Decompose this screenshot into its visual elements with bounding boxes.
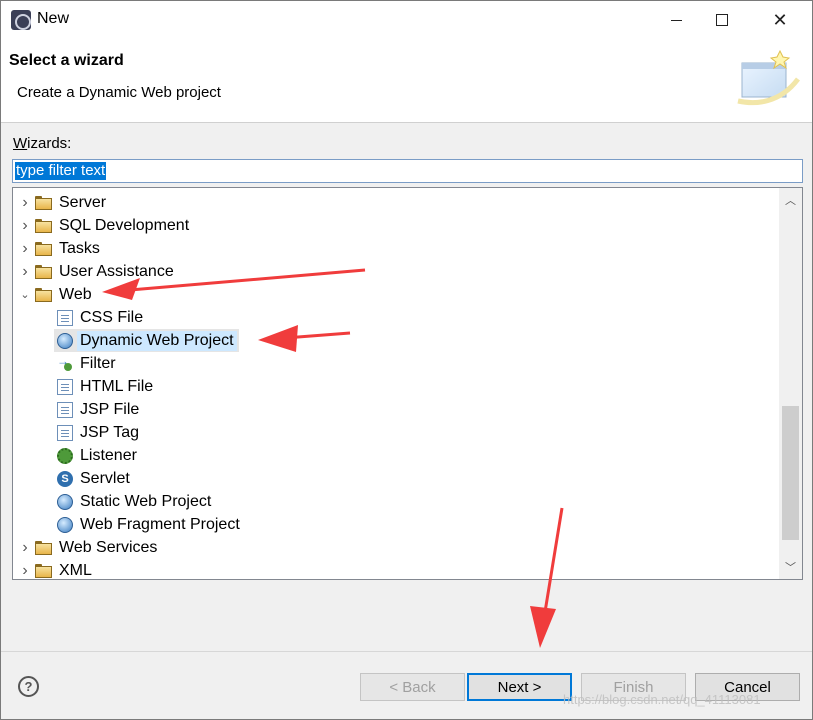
next-button[interactable]: Next > — [467, 673, 572, 701]
chevron-right-icon[interactable]: › — [17, 260, 33, 283]
new-wizard-dialog: New ✕ Select a wizard Create a Dynamic W… — [0, 0, 813, 720]
tree-item[interactable]: CSS File — [57, 306, 146, 329]
tree-item-label: SQL Development — [59, 216, 190, 234]
close-button[interactable]: ✕ — [757, 1, 803, 39]
watermark: https://blog.csdn.net/qq_41113081 — [563, 692, 761, 707]
chevron-right-icon[interactable]: › — [17, 214, 33, 237]
tree-item[interactable]: › Web Services — [17, 536, 160, 559]
wizards-label: Wizards: — [13, 135, 72, 152]
filter-input-selection: type filter text — [15, 162, 107, 180]
tree-item-label: Static Web Project — [80, 492, 212, 510]
servlet-icon: S — [57, 470, 73, 487]
minimize-icon — [670, 19, 682, 21]
chevron-right-icon[interactable]: › — [17, 559, 33, 579]
tree-item-label: HTML File — [80, 377, 154, 395]
tree-item[interactable]: JSP File — [57, 398, 142, 421]
scroll-up-button[interactable]: ︿ — [779, 190, 802, 210]
next-button-label: Next > — [497, 678, 542, 696]
tree-item[interactable]: Web Fragment Project — [57, 513, 243, 536]
eclipse-icon — [11, 10, 31, 30]
tree-item[interactable]: › SQL Development — [17, 214, 192, 237]
folder-icon — [35, 242, 52, 256]
filter-icon — [57, 354, 73, 372]
tree-item[interactable]: S Servlet — [57, 467, 133, 490]
filter-input[interactable] — [12, 159, 803, 183]
folder-icon — [35, 564, 52, 578]
close-icon: ✕ — [772, 9, 788, 30]
footer-divider — [1, 651, 812, 652]
chevron-right-icon[interactable]: › — [17, 237, 33, 260]
tree-item-label: Listener — [80, 446, 137, 464]
tree-item-label: CSS File — [80, 308, 144, 326]
folder-icon — [35, 541, 52, 555]
tree-item-label: XML — [59, 561, 92, 579]
folder-icon — [35, 219, 52, 233]
tree-item-label: Filter — [80, 354, 116, 372]
listener-icon — [57, 447, 73, 464]
dynamic-web-project-icon — [57, 332, 73, 349]
chevron-down-icon[interactable]: ⌄ — [17, 283, 33, 306]
maximize-button[interactable] — [699, 1, 745, 39]
tree-item[interactable]: Listener — [57, 444, 140, 467]
scroll-down-button[interactable]: ﹀ — [779, 557, 802, 577]
scrollbar-thumb[interactable] — [782, 406, 799, 540]
tree-item-label: Web — [59, 285, 92, 303]
jsp-file-icon — [57, 401, 73, 418]
tree-item[interactable]: › Tasks — [17, 237, 103, 260]
back-button-label: < Back — [389, 678, 436, 696]
tree-item[interactable]: Static Web Project — [57, 490, 214, 513]
wizard-banner-icon — [737, 49, 800, 106]
tree-item[interactable]: HTML File — [57, 375, 156, 398]
web-fragment-project-icon — [57, 516, 73, 533]
folder-icon — [35, 265, 52, 279]
tree-item-label: Web Services — [59, 538, 158, 556]
tree-item[interactable]: JSP Tag — [57, 421, 142, 444]
chevron-up-icon: ︿ — [785, 195, 796, 207]
tree-item[interactable]: › User Assistance — [17, 260, 177, 283]
minimize-button[interactable] — [653, 1, 699, 39]
tree-item[interactable]: › Server — [17, 191, 109, 214]
help-icon: ? — [24, 679, 33, 694]
static-web-project-icon — [57, 493, 73, 510]
tree-item-label: Server — [59, 193, 107, 211]
help-button[interactable]: ? — [18, 676, 39, 697]
tree-item[interactable]: ⌄ Web — [17, 283, 95, 306]
chevron-down-icon: ﹀ — [785, 562, 796, 574]
html-file-icon — [57, 378, 73, 395]
window-title: New — [37, 10, 70, 27]
tree-item[interactable]: Filter — [57, 352, 119, 375]
tree-item-label: JSP Tag — [80, 423, 140, 441]
css-file-icon — [57, 309, 73, 326]
wizard-header: Select a wizard Create a Dynamic Web pro… — [1, 39, 812, 123]
tree-item[interactable]: Dynamic Web Project — [57, 329, 237, 352]
chevron-right-icon[interactable]: › — [17, 536, 33, 559]
jsp-tag-icon — [57, 424, 73, 441]
folder-icon — [35, 196, 52, 210]
wizard-tree[interactable]: › Server › SQL Development › Tasks › User Assis… — [12, 187, 803, 580]
title-bar: New ✕ — [1, 1, 812, 39]
tree-item-label: Servlet — [80, 469, 130, 487]
back-button[interactable]: < Back — [360, 673, 465, 701]
header-description: Create a Dynamic Web project — [17, 84, 221, 101]
tree-item-label: Dynamic Web Project — [77, 330, 237, 351]
tree-item[interactable]: › XML — [17, 559, 95, 579]
tree-item-label: Web Fragment Project — [80, 515, 240, 533]
folder-icon — [35, 288, 52, 302]
maximize-icon — [716, 14, 728, 26]
tree-item-label: JSP File — [80, 400, 140, 418]
tree-item-label: Tasks — [59, 239, 100, 257]
tree-item-label: User Assistance — [59, 262, 174, 280]
tree-scrollbar[interactable]: ︿ ﹀ — [779, 188, 802, 579]
header-title: Select a wizard — [9, 52, 124, 69]
chevron-right-icon[interactable]: › — [17, 191, 33, 214]
